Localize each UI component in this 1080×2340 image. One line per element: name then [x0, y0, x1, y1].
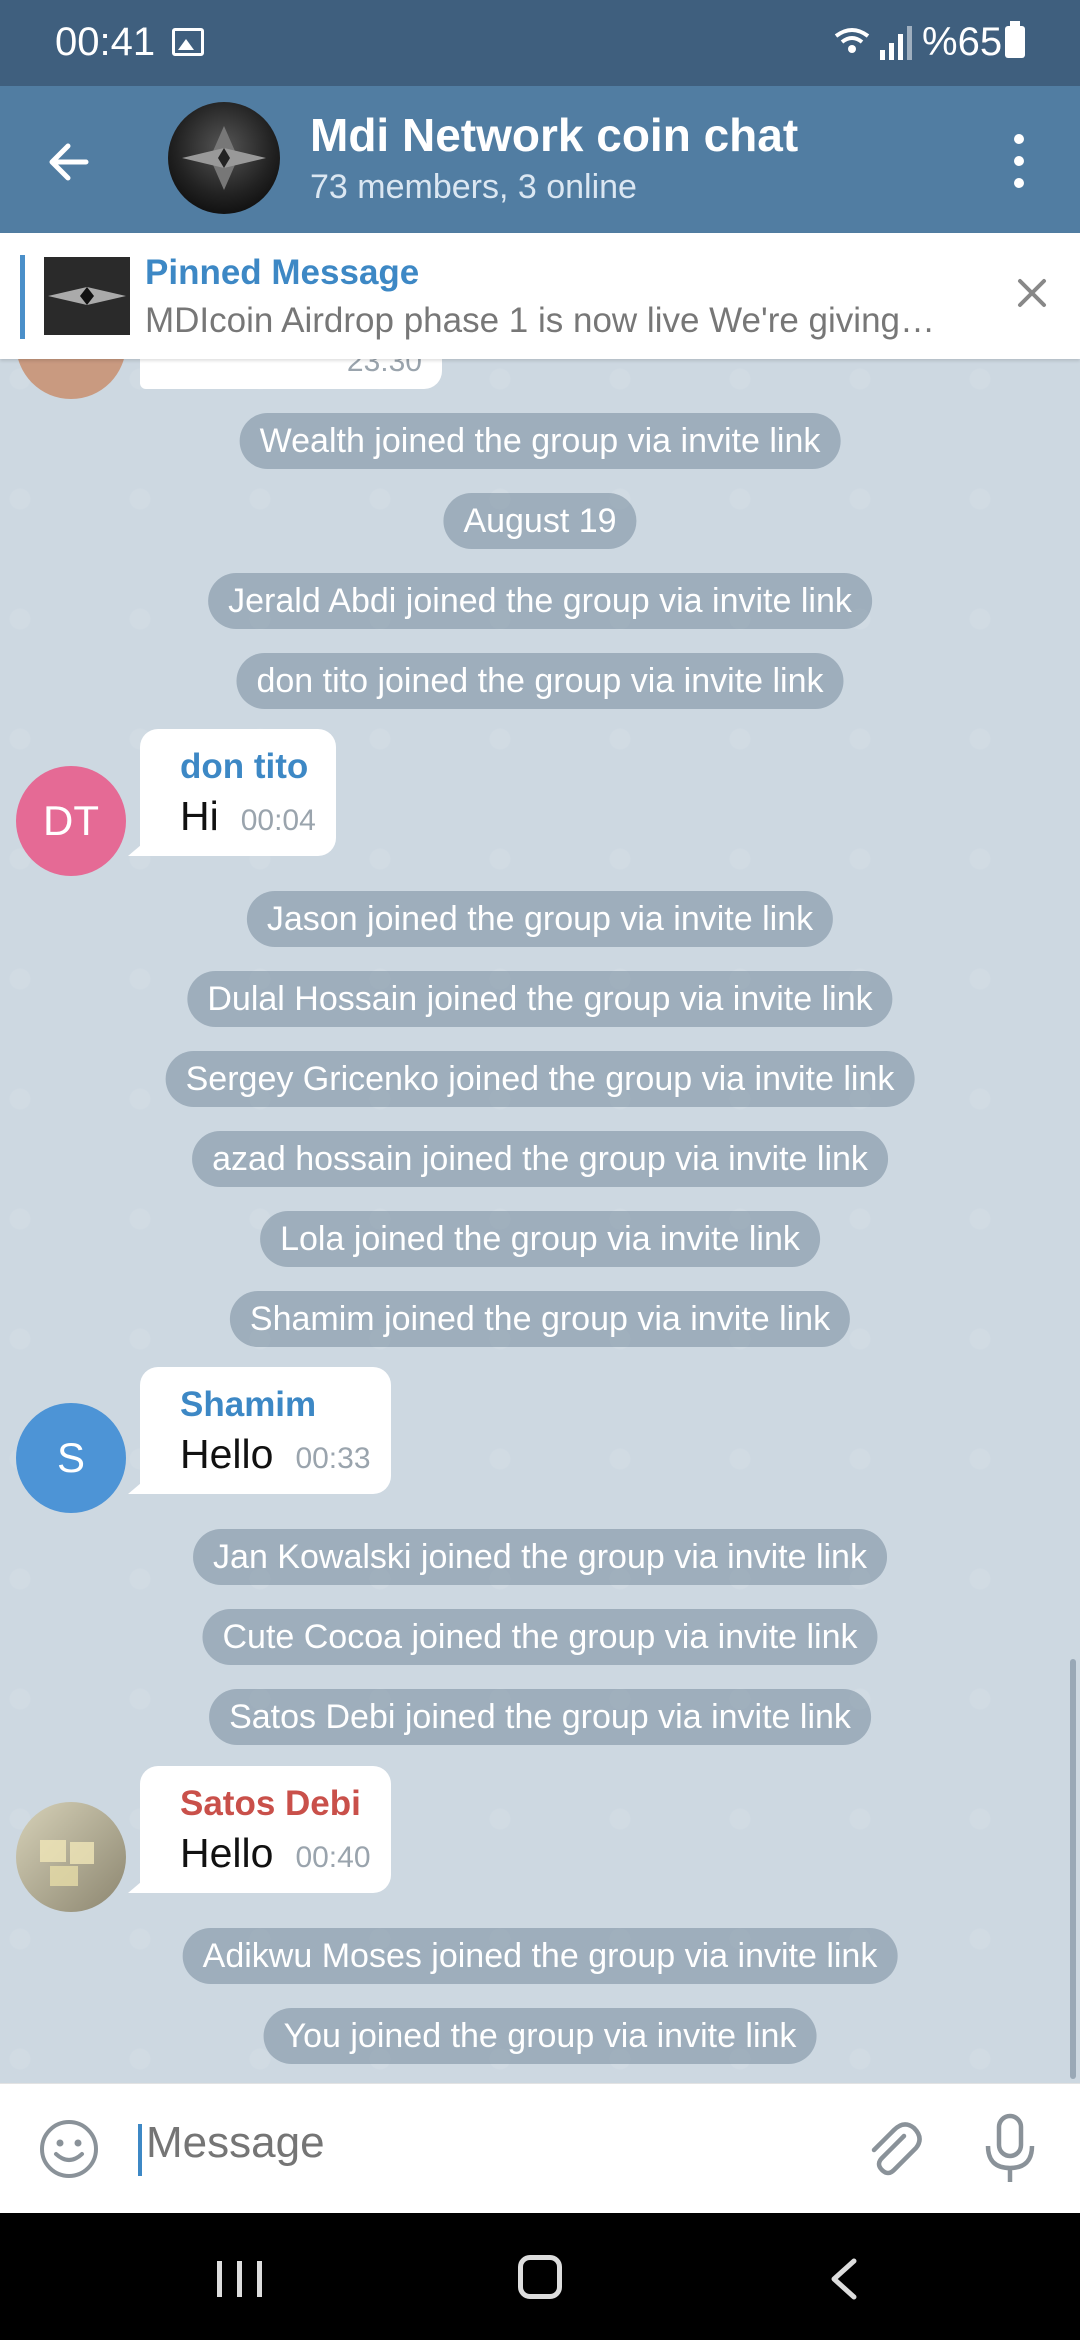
service-message: You joined the group via invite link	[263, 2008, 817, 2064]
service-message: Adikwu Moses joined the group via invite…	[182, 1928, 898, 1984]
chat-scrollbar[interactable]	[1070, 1659, 1076, 2079]
service-message: Satos Debi joined the group via invite l…	[209, 1689, 871, 1745]
message-bubble[interactable]: Satos Debi Hello 00:40	[128, 1766, 391, 1893]
avatar[interactable]: S	[16, 1403, 126, 1513]
group-logo-icon	[182, 126, 266, 190]
message-time: 00:33	[295, 1442, 371, 1475]
service-message: azad hossain joined the group via invite…	[192, 1131, 888, 1187]
home-button-icon[interactable]	[518, 2255, 562, 2299]
service-message: don tito joined the group via invite lin…	[236, 653, 844, 709]
service-message: Lola joined the group via invite link	[260, 1211, 820, 1267]
pinned-message[interactable]: Pinned Message MDIcoin Airdrop phase 1 i…	[0, 233, 1080, 359]
pinned-thumbnail	[44, 257, 130, 335]
recent-apps-icon[interactable]	[215, 2261, 265, 2297]
status-time: 00:41	[55, 20, 156, 64]
message-input-bar	[0, 2083, 1080, 2213]
chat-subtitle: 73 members, 3 online	[310, 168, 637, 206]
pinned-label: Pinned Message	[145, 253, 420, 292]
avatar[interactable]	[16, 1802, 126, 1912]
partial-avatar[interactable]	[16, 359, 126, 399]
battery-percent: %65	[922, 20, 1003, 64]
message-text: Hi	[180, 793, 219, 839]
avatar[interactable]: DT	[16, 766, 126, 876]
photo-avatar-icon	[40, 1840, 94, 1886]
message-time: 00:04	[240, 804, 316, 837]
sender-name[interactable]: Satos Debi	[180, 1784, 371, 1824]
service-message: Jerald Abdi joined the group via invite …	[208, 573, 872, 629]
sender-name[interactable]: Shamim	[180, 1385, 371, 1425]
message-time: 23:30	[346, 359, 422, 378]
service-message: Dulal Hossain joined the group via invit…	[187, 971, 893, 1027]
chat-title[interactable]: Mdi Network coin chat	[310, 108, 798, 162]
message-time: 00:40	[295, 1841, 371, 1874]
attach-icon[interactable]	[860, 2116, 926, 2182]
emoji-icon[interactable]	[38, 2118, 100, 2180]
chat-messages[interactable]: 23:30 Wealth joined the group via invite…	[0, 359, 1080, 2083]
service-message: Shamim joined the group via invite link	[229, 1291, 851, 1347]
service-message: Jason joined the group via invite link	[246, 891, 834, 947]
service-message: Cute Cocoa joined the group via invite l…	[202, 1609, 878, 1665]
message-input[interactable]	[146, 2118, 846, 2168]
back-nav-icon[interactable]	[826, 2257, 862, 2301]
more-menu-icon[interactable]	[1000, 126, 1040, 196]
message-text: Hello	[180, 1830, 274, 1876]
image-notification-icon	[172, 28, 204, 56]
close-pinned-icon[interactable]	[1012, 273, 1052, 313]
back-arrow-icon[interactable]	[40, 132, 100, 192]
microphone-icon[interactable]	[980, 2112, 1040, 2186]
pinned-indicator	[20, 255, 25, 339]
status-bar: 00:41 %65	[0, 0, 1080, 86]
service-message: Wealth joined the group via invite link	[239, 413, 841, 469]
partial-message-bubble[interactable]: 23:30	[140, 359, 442, 389]
chat-header: Mdi Network coin chat 73 members, 3 onli…	[0, 86, 1080, 233]
message-bubble[interactable]: don tito Hi 00:04	[128, 729, 336, 856]
sender-name[interactable]: don tito	[180, 747, 316, 787]
text-cursor	[138, 2124, 142, 2176]
system-nav-bar	[0, 2213, 1080, 2340]
group-avatar[interactable]	[168, 102, 280, 214]
pinned-text: MDIcoin Airdrop phase 1 is now live We'r…	[145, 301, 935, 340]
wifi-signal-icon	[834, 26, 912, 60]
service-message: Jan Kowalski joined the group via invite…	[193, 1529, 887, 1585]
message-text: Hello	[180, 1431, 274, 1477]
date-separator: August 19	[443, 493, 637, 549]
message-bubble[interactable]: Shamim Hello 00:33	[128, 1367, 391, 1494]
service-message: Sergey Gricenko joined the group via inv…	[165, 1051, 915, 1107]
battery-icon	[1005, 21, 1025, 58]
